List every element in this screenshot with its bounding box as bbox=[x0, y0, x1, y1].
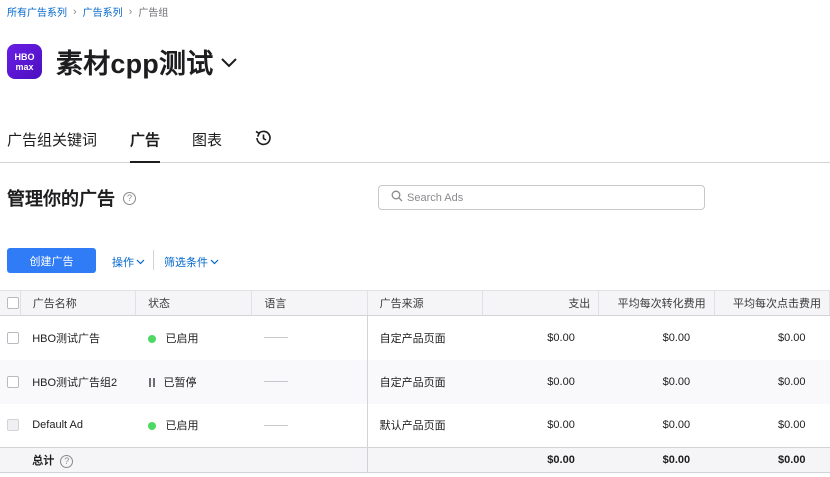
search-input[interactable] bbox=[407, 191, 687, 204]
ad-source: 默认产品页面 bbox=[366, 403, 483, 448]
chevron-right-icon: › bbox=[128, 5, 133, 18]
tab-bar: 广告组关键词 广告 图表 bbox=[0, 118, 830, 163]
row-select-cell bbox=[0, 316, 20, 360]
cpa-value: $0.00 bbox=[662, 331, 691, 344]
table-row[interactable]: HBO测试广告组2 已暂停 自定产品页面 $0.00 $0.00 $0.00 bbox=[0, 359, 830, 404]
total-row: 总计? $0.00 $0.00 $0.00 bbox=[0, 447, 830, 473]
row-select-cell bbox=[0, 404, 20, 448]
status-text: 已启用 bbox=[165, 332, 199, 345]
history-icon[interactable] bbox=[253, 128, 273, 153]
column-header-status[interactable]: 状态 bbox=[135, 290, 253, 316]
help-icon[interactable]: ? bbox=[60, 454, 74, 468]
spend-value: $0.00 bbox=[547, 331, 575, 344]
table-row[interactable]: Default Ad 已启用 默认产品页面 $0.00 $0.00 $0.00 bbox=[0, 403, 830, 448]
language-cell bbox=[252, 316, 367, 360]
language-cell bbox=[251, 359, 368, 404]
total-empty bbox=[251, 447, 368, 473]
status-text: 已启用 bbox=[165, 420, 199, 433]
chevron-down-icon bbox=[210, 259, 219, 265]
total-cpt: $0.00 bbox=[714, 447, 830, 473]
total-spend: $0.00 bbox=[482, 447, 599, 473]
help-icon[interactable]: ? bbox=[123, 191, 136, 205]
ad-source: 自定产品页面 bbox=[366, 315, 483, 360]
empty-value-dash bbox=[263, 424, 288, 426]
cpa-value: $0.00 bbox=[598, 359, 715, 404]
search-box[interactable] bbox=[378, 185, 705, 210]
breadcrumb-ad-group: 广告组 bbox=[138, 8, 169, 19]
ad-name[interactable]: HBO测试广告组2 bbox=[20, 359, 136, 404]
cpt-value: $0.00 bbox=[714, 359, 830, 404]
enabled-status-dot-icon bbox=[147, 334, 156, 343]
total-label: 总计 bbox=[32, 455, 55, 467]
spend-value: $0.00 bbox=[547, 419, 575, 432]
status-cell: 已启用 bbox=[136, 316, 252, 360]
status-cell: 已启用 bbox=[136, 404, 252, 448]
breadcrumb: 所有广告系列 › 广告系列 › 广告组 bbox=[7, 4, 169, 20]
toolbar-divider bbox=[153, 250, 154, 270]
actions-label: 操作 bbox=[112, 257, 134, 269]
breadcrumb-campaign[interactable]: 广告系列 bbox=[83, 4, 123, 19]
search-icon bbox=[391, 189, 403, 207]
breadcrumb-all-campaigns[interactable]: 所有广告系列 bbox=[7, 4, 67, 19]
tab-ads[interactable]: 广告 bbox=[130, 129, 161, 163]
total-empty bbox=[366, 447, 483, 473]
cpt-value: $0.00 bbox=[777, 331, 806, 344]
column-header-name[interactable]: 广告名称 bbox=[20, 290, 137, 316]
select-all-cell bbox=[0, 290, 21, 316]
column-header-cpt[interactable]: 平均每次点击费用 bbox=[714, 290, 830, 316]
row-select-cell bbox=[0, 359, 21, 404]
chevron-right-icon: › bbox=[73, 5, 77, 18]
app-icon-text-top: HBO bbox=[14, 51, 35, 62]
app-icon-text-bottom: max bbox=[15, 61, 34, 72]
cpa-value: $0.00 bbox=[662, 419, 691, 432]
ad-name[interactable]: Default Ad bbox=[20, 404, 135, 448]
total-label-cell: 总计? bbox=[20, 447, 136, 473]
total-spacer bbox=[0, 447, 21, 473]
row-checkbox[interactable] bbox=[7, 375, 19, 388]
table-header-row: 广告名称 状态 语言 广告来源 支出 平均每次转化费用 平均每次点击费用 bbox=[0, 290, 830, 316]
ads-table: 广告名称 状态 语言 广告来源 支出 平均每次转化费用 平均每次点击费用 HBO… bbox=[0, 290, 830, 473]
total-empty bbox=[135, 447, 252, 473]
app-icon: HBO max bbox=[7, 44, 42, 79]
chevron-down-icon[interactable] bbox=[221, 55, 238, 73]
filter-label: 筛选条件 bbox=[164, 257, 208, 269]
status-text: 已暂停 bbox=[163, 376, 197, 389]
chevron-down-icon bbox=[136, 259, 145, 265]
filter-dropdown[interactable]: 筛选条件 bbox=[164, 254, 219, 270]
row-checkbox bbox=[7, 419, 19, 432]
ad-source: 自定产品页面 bbox=[366, 359, 483, 404]
empty-value-dash bbox=[263, 337, 288, 339]
language-cell bbox=[252, 404, 367, 448]
total-cpa: $0.00 bbox=[598, 447, 715, 473]
section-title: 管理你的广告 ? bbox=[7, 185, 136, 211]
spend-value: $0.00 bbox=[482, 359, 599, 404]
column-header-language[interactable]: 语言 bbox=[251, 290, 368, 316]
status-cell: 已暂停 bbox=[135, 359, 252, 404]
create-ad-button[interactable]: 创建广告 bbox=[7, 248, 96, 273]
column-header-source[interactable]: 广告来源 bbox=[367, 290, 483, 316]
enabled-status-dot-icon bbox=[147, 422, 156, 431]
actions-dropdown[interactable]: 操作 bbox=[112, 254, 145, 270]
row-checkbox[interactable] bbox=[7, 331, 19, 344]
column-header-spend[interactable]: 支出 bbox=[482, 290, 600, 316]
empty-value-dash bbox=[263, 381, 288, 383]
paused-status-icon bbox=[148, 378, 156, 388]
ad-name[interactable]: HBO测试广告 bbox=[20, 316, 135, 360]
table-row[interactable]: HBO测试广告 已启用 自定产品页面 $0.00 $0.00 $0.00 bbox=[0, 315, 830, 360]
tab-ad-group-keywords[interactable]: 广告组关键词 bbox=[7, 129, 97, 163]
tab-charts[interactable]: 图表 bbox=[192, 129, 222, 163]
page-title[interactable]: 素材cpp测试 bbox=[56, 42, 213, 81]
cpt-value: $0.00 bbox=[777, 419, 806, 432]
app-header: HBO max 素材cpp测试 bbox=[7, 42, 238, 81]
select-all-checkbox[interactable] bbox=[7, 297, 19, 310]
section-title-text: 管理你的广告 bbox=[7, 189, 115, 209]
column-header-cpa[interactable]: 平均每次转化费用 bbox=[598, 290, 715, 316]
